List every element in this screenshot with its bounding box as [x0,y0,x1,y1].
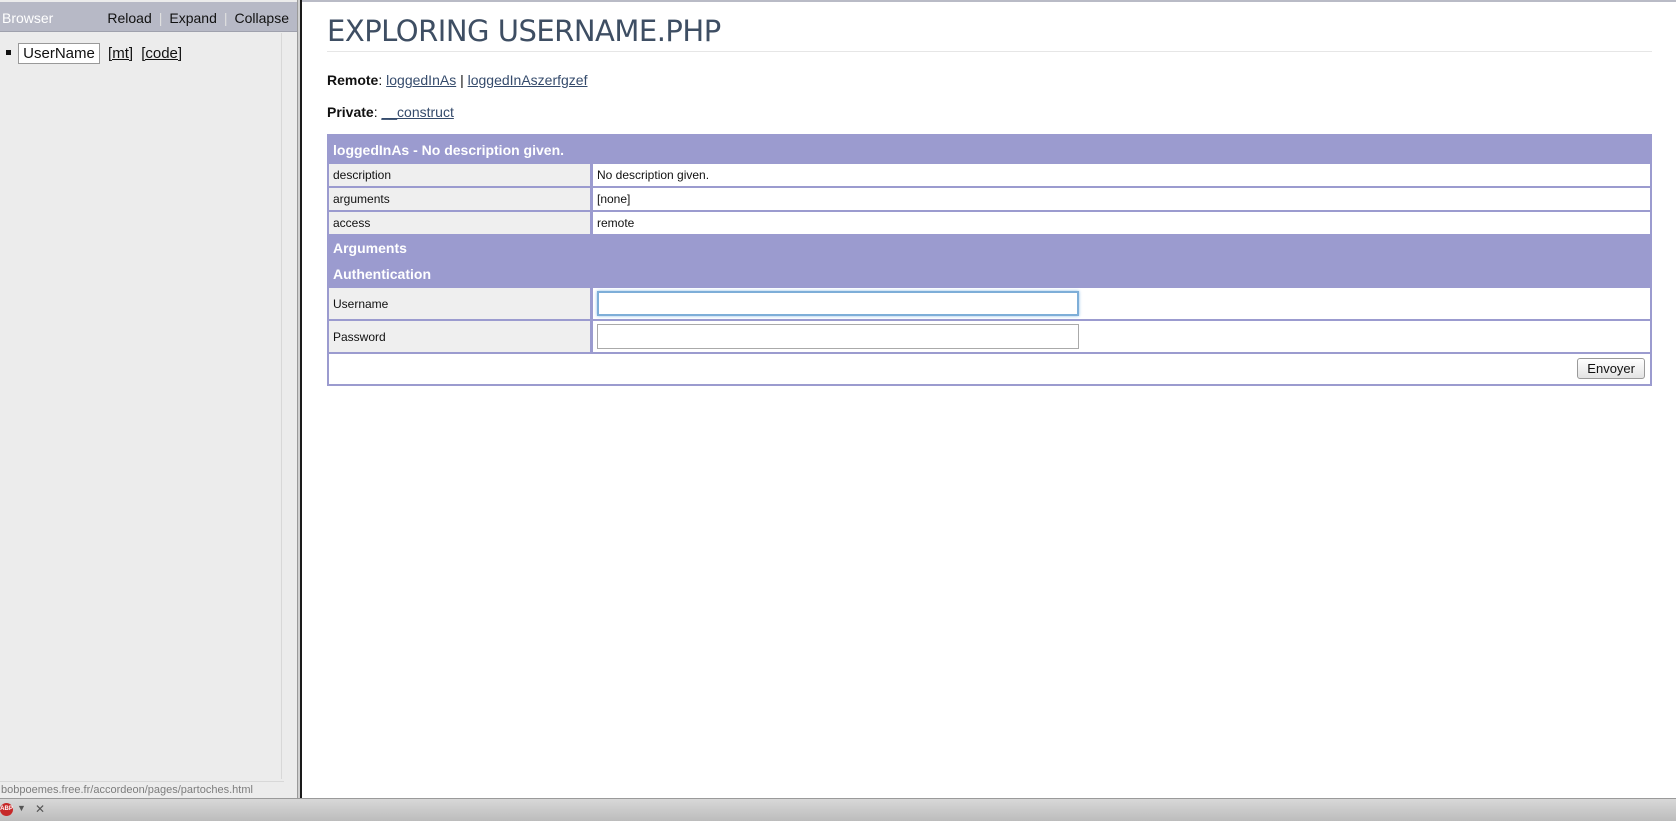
top-border [302,0,1676,2]
info-value: No description given. [593,164,1650,186]
separator: | [158,10,163,26]
sidebar-scrollbar[interactable] [281,33,282,779]
page-title: EXPLORING USERNAME.PHP [327,14,1652,52]
adblock-icon[interactable]: ABP [0,803,13,816]
private-methods: Private: __construct [327,104,454,120]
remote-methods: Remote: loggedInAs | loggedInAszerfgzef [327,72,588,88]
sidebar-header: Browser Reload | Expand | Collapse [0,2,297,32]
submit-row: Envoyer [329,352,1650,384]
password-row: Password [329,319,1650,352]
method-link-construct[interactable]: __construct [381,104,453,120]
chevron-down-icon[interactable]: ▼ [17,803,26,813]
method-link-loggedinaszerfgzef[interactable]: loggedInAszerfgzef [468,72,588,88]
method-panel-header: loggedInAs - No description given. [329,136,1650,162]
username-input[interactable] [597,291,1079,316]
info-key: arguments [329,188,593,210]
info-key: access [329,212,593,234]
mt-link[interactable]: [mt] [108,45,133,62]
username-label: Username [329,288,593,319]
username-row: Username [329,286,1650,319]
status-url: bobpoemes.free.fr/accordeon/pages/partoc… [0,781,284,798]
sidebar-actions: Reload | Expand | Collapse [107,10,289,26]
submit-button[interactable]: Envoyer [1577,358,1645,379]
sidebar-title: Browser [2,10,54,26]
arguments-heading: Arguments [329,234,1650,260]
tree-node-username[interactable]: UserName [18,43,100,64]
info-row: arguments [none] [329,186,1650,210]
separator: | [460,72,464,88]
separator: | [223,10,228,26]
info-value: remote [593,212,1650,234]
remote-label: Remote [327,72,379,88]
info-key: description [329,164,593,186]
pane-splitter[interactable] [297,0,302,798]
info-row: description No description given. [329,162,1650,186]
close-icon[interactable]: ✕ [35,802,45,816]
expand-button[interactable]: Expand [169,10,216,26]
reload-button[interactable]: Reload [107,10,151,26]
main-content: EXPLORING USERNAME.PHP Remote: loggedInA… [327,14,1652,386]
info-value: [none] [593,188,1650,210]
info-row: access remote [329,210,1650,234]
code-link[interactable]: [code] [141,45,182,62]
sidebar: Browser Reload | Expand | Collapse UserName … [0,0,297,798]
service-tree: UserName [mt] [code] [6,43,182,64]
app-window: Browser Reload | Expand | Collapse UserName … [0,0,1676,821]
password-label: Password [329,321,593,352]
bottom-status-bar: ABP ▼ ✕ [0,798,1676,821]
method-panel: loggedInAs - No description given. descr… [327,134,1652,386]
collapse-button[interactable]: Collapse [235,10,289,26]
authentication-heading: Authentication [329,260,1650,286]
method-link-loggedinas[interactable]: loggedInAs [386,72,456,88]
bullet-icon [6,49,11,55]
password-input[interactable] [597,324,1079,349]
private-label: Private [327,104,374,120]
